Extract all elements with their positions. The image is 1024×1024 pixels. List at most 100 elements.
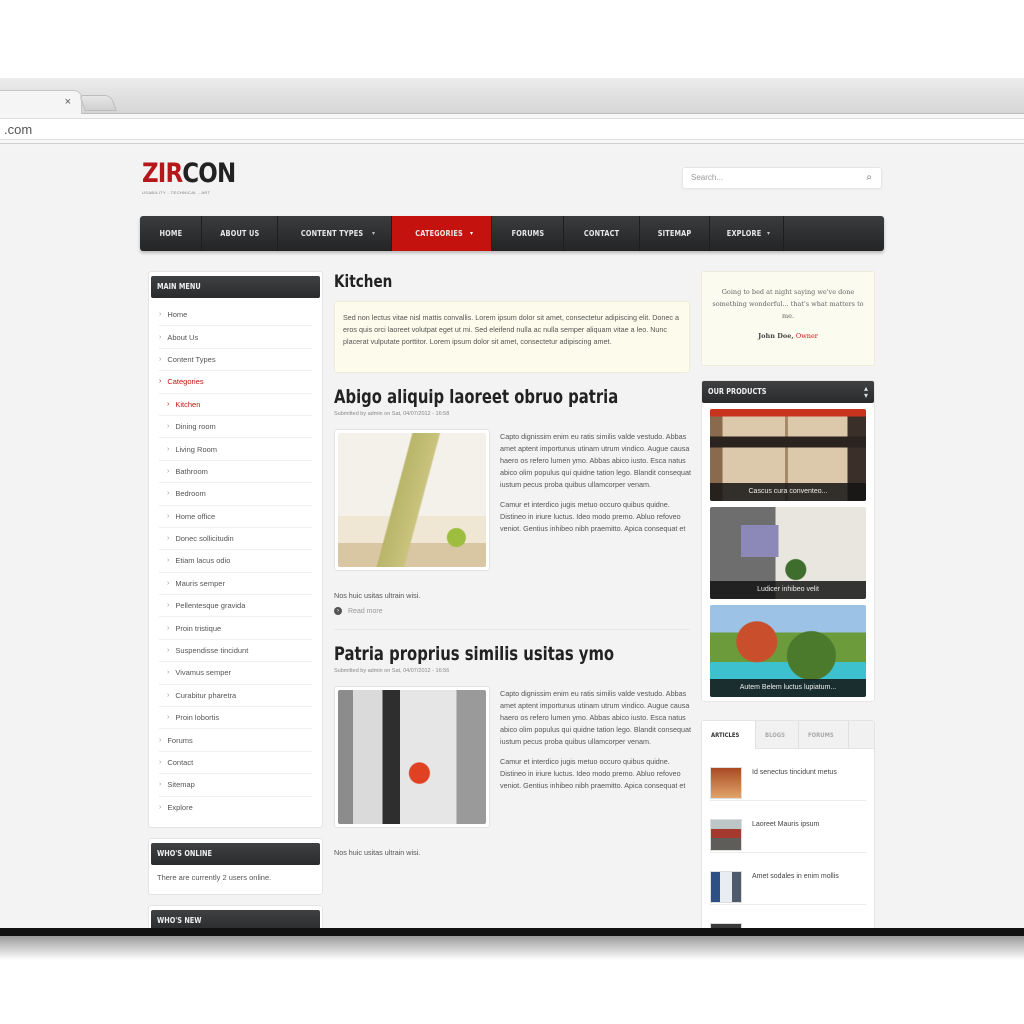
- author-role[interactable]: Owner: [796, 332, 818, 340]
- logo-red-part: ZIR: [142, 158, 183, 189]
- menu-item-living-room[interactable]: › Living Room: [159, 438, 312, 461]
- menu-item-categories[interactable]: › Categories: [159, 371, 312, 394]
- main-navigation: HOME ABOUT US CONTENT TYPES ▾ CATEGORIES ▾ FOR…: [140, 216, 884, 251]
- tab-articles[interactable]: ARTICLES: [702, 721, 756, 749]
- menu-item-contact[interactable]: › Contact: [159, 752, 312, 775]
- close-tab-icon[interactable]: ×: [65, 96, 71, 108]
- list-item[interactable]: [710, 905, 866, 930]
- menu-item-etiam-lacus-odio[interactable]: › Etiam lacus odio: [159, 550, 312, 573]
- search-box[interactable]: Search... ⌕: [682, 167, 882, 189]
- menu-item-forums[interactable]: › Forums: [159, 729, 312, 752]
- bullet-icon: ›: [167, 602, 170, 610]
- list-item[interactable]: Laoreet Mauris ipsum: [710, 801, 866, 853]
- menu-item-label: Suspendisse tincidunt: [175, 646, 249, 656]
- nav-item-sitemap[interactable]: SITEMAP: [640, 216, 710, 251]
- menu-item-donec-sollicitudin[interactable]: › Donec sollicitudin: [159, 528, 312, 551]
- menu-item-pellentesque-gravida[interactable]: › Pellentesque gravida: [159, 595, 312, 618]
- nav-item-contact[interactable]: CONTACT: [564, 216, 640, 251]
- content-tabs-block: ARTICLES BLOGS FORUMS Id senectus tincidun…: [701, 720, 875, 930]
- tab-blogs[interactable]: BLOGS: [756, 721, 800, 749]
- left-sidebar: MAIN MENU › Home › About Us › Content Types › C…: [148, 271, 323, 930]
- content-tabs: ARTICLES BLOGS FORUMS: [702, 721, 874, 749]
- list-item-title[interactable]: Id senectus tincidunt metus: [752, 767, 837, 800]
- menu-item-label: Etiam lacus odio: [175, 556, 231, 566]
- bullet-icon: ›: [167, 423, 170, 431]
- menu-item-bedroom[interactable]: › Bedroom: [159, 483, 312, 506]
- list-item-title[interactable]: Laoreet Mauris ipsum: [752, 819, 819, 852]
- menu-item-about-us[interactable]: › About Us: [159, 326, 312, 349]
- main-menu-title-text: MAIN MENU: [157, 282, 201, 291]
- main-content: Kitchen Sed non lectus vitae nisl mattis…: [334, 271, 691, 857]
- read-more-link[interactable]: › Read more: [334, 607, 690, 615]
- list-item-title[interactable]: Amet sodales in enim mollis: [752, 871, 839, 904]
- arrow-right-icon: ›: [334, 607, 342, 615]
- nav-item-forums[interactable]: FORUMS: [492, 216, 564, 251]
- menu-item-proin-tristique[interactable]: › Proin tristique: [159, 617, 312, 640]
- divider: [334, 629, 690, 630]
- chevron-down-icon: ▾: [469, 230, 474, 237]
- article-list: Id senectus tincidunt metus Laoreet Mauri…: [702, 749, 874, 930]
- bullet-icon: ›: [159, 311, 162, 319]
- testimonial: Going to bed at night saying we've done …: [701, 271, 875, 366]
- menu-item-vivamus-semper[interactable]: › Vivamus semper: [159, 662, 312, 685]
- product-card[interactable]: Cascus cura conventeo...: [710, 409, 866, 501]
- article-tail: Nos huic usitas ultrain wisi.: [334, 848, 421, 857]
- article-paragraph: Camur et interdico jugis metuo occuro qu…: [500, 757, 686, 790]
- article-tail: Nos huic usitas ultrain wisi.: [334, 591, 421, 600]
- chevron-down-icon: ▾: [766, 230, 771, 237]
- menu-item-mauris-semper[interactable]: › Mauris semper: [159, 573, 312, 596]
- menu-item-label: Mauris semper: [175, 578, 225, 588]
- bullet-icon: ›: [167, 691, 170, 699]
- product-card[interactable]: Ludicer inhibeo velit: [710, 507, 866, 599]
- search-input[interactable]: Search...: [691, 173, 723, 182]
- tab-strip: ×: [0, 78, 1024, 115]
- menu-item-explore[interactable]: › Explore: [159, 797, 312, 819]
- menu-item-home[interactable]: › Home: [159, 304, 312, 327]
- tab-forums[interactable]: FORUMS: [799, 721, 850, 749]
- nav-item-content-types[interactable]: CONTENT TYPES ▾: [278, 216, 392, 251]
- new-tab-button[interactable]: [79, 95, 117, 111]
- menu-item-suspendisse-tincidunt[interactable]: › Suspendisse tincidunt: [159, 640, 312, 663]
- sort-arrows-icon[interactable]: ▴ ▾: [864, 385, 868, 400]
- menu-item-dining-room[interactable]: › Dining room: [159, 416, 312, 439]
- menu-item-proin-lobortis[interactable]: › Proin lobortis: [159, 707, 312, 730]
- bullet-icon: ›: [159, 333, 162, 341]
- tab-label: BLOGS: [764, 731, 785, 739]
- nav-item-label: CONTACT: [583, 229, 620, 238]
- nav-item-explore[interactable]: EXPLORE ▾: [710, 216, 784, 251]
- nav-item-categories[interactable]: CATEGORIES ▾: [392, 216, 492, 251]
- main-menu-list: › Home › About Us › Content Types › Categories ›…: [151, 298, 320, 819]
- window-bottom-edge: [0, 928, 1024, 936]
- article-image[interactable]: [334, 429, 490, 571]
- nav-item-label: ABOUT US: [219, 229, 260, 238]
- bullet-icon: ›: [167, 557, 170, 565]
- product-card[interactable]: Autem Belem luctus lupiatum...: [710, 605, 866, 697]
- article-thumbnail[interactable]: [710, 767, 742, 799]
- search-icon[interactable]: ⌕: [866, 172, 872, 183]
- menu-item-bathroom[interactable]: › Bathroom: [159, 461, 312, 484]
- tab-label: ARTICLES: [711, 731, 740, 739]
- site-logo[interactable]: ZIRCON: [142, 158, 236, 189]
- bullet-icon: ›: [167, 669, 170, 677]
- menu-item-content-types[interactable]: › Content Types: [159, 349, 312, 372]
- nav-item-about-us[interactable]: ABOUT US: [202, 216, 278, 251]
- article-title[interactable]: Patria proprius similis usitas ymo: [334, 642, 614, 666]
- article-thumbnail[interactable]: [710, 819, 742, 851]
- menu-item-home-office[interactable]: › Home office: [159, 506, 312, 528]
- bullet-icon: ›: [167, 714, 170, 722]
- article-thumbnail[interactable]: [710, 871, 742, 903]
- menu-item-kitchen[interactable]: › Kitchen: [159, 394, 312, 416]
- menu-item-label: Categories: [167, 377, 204, 387]
- menu-item-sitemap[interactable]: › Sitemap: [159, 774, 312, 797]
- url-input[interactable]: .com: [0, 118, 1024, 140]
- nav-item-label: CONTENT TYPES: [300, 229, 364, 238]
- article-image[interactable]: [334, 686, 490, 828]
- window-shadow: [0, 936, 1024, 960]
- menu-item-curabitur-pharetra[interactable]: › Curabitur pharetra: [159, 685, 312, 708]
- list-item[interactable]: Id senectus tincidunt metus: [710, 749, 866, 801]
- nav-item-home[interactable]: HOME: [140, 216, 202, 251]
- article-meta: Submitted by admin on Sat, 04/07/2012 - …: [334, 411, 450, 417]
- list-item[interactable]: Amet sodales in enim mollis: [710, 853, 866, 905]
- article-title[interactable]: Abigo aliquip laoreet obruo patria: [334, 385, 618, 409]
- browser-tab[interactable]: ×: [0, 90, 82, 115]
